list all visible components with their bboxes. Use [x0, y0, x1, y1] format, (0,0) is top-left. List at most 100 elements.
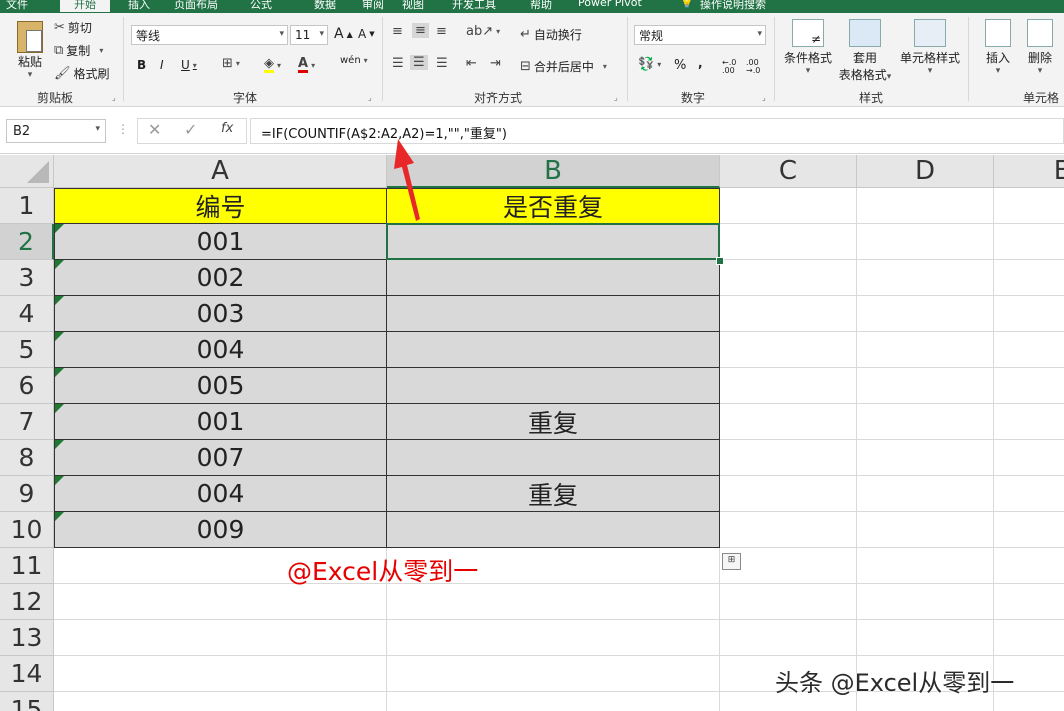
check-icon[interactable]: ✓ — [184, 120, 197, 139]
formula-input[interactable]: =IF(COUNTIF(A$2:A2,A2)=1,"","重复") — [250, 118, 1064, 144]
align-middle-button[interactable]: ≡ — [412, 23, 429, 38]
row-header-1[interactable]: 1 — [0, 188, 54, 224]
tab-help[interactable]: 帮助 — [530, 0, 558, 12]
number-format-select[interactable]: 常规 ▾ — [634, 25, 766, 45]
decrease-indent-button[interactable]: ⇤ — [466, 57, 477, 70]
cell-b4[interactable] — [387, 296, 720, 332]
column-header-e[interactable]: E — [994, 155, 1064, 188]
align-bottom-button[interactable]: ≡ — [436, 25, 447, 38]
cell-a10[interactable]: 009 — [54, 512, 387, 548]
row-header-3[interactable]: 3 — [0, 260, 54, 296]
row-header-10[interactable]: 10 — [0, 512, 54, 548]
tab-review[interactable]: 审阅 — [362, 0, 390, 12]
wrap-text-button[interactable]: ↵ 自动换行 — [520, 26, 582, 43]
cell-a7[interactable]: 001 — [54, 404, 387, 440]
column-header-c[interactable]: C — [720, 155, 857, 188]
format-as-table-button[interactable]: 套用 表格格式▾ — [836, 19, 894, 83]
paste-button[interactable]: 粘贴 ▾ — [10, 21, 50, 80]
cell-a2[interactable]: 001 — [54, 224, 387, 260]
italic-button[interactable]: I — [160, 58, 164, 72]
cell-a1[interactable]: 编号 — [54, 188, 387, 224]
borders-button[interactable]: ⊞ ▾ — [222, 57, 240, 70]
tab-view[interactable]: 视图 — [402, 0, 430, 12]
cut-button[interactable]: ✂ 剪切 — [54, 19, 92, 36]
tab-home[interactable]: 开始 — [60, 0, 110, 12]
paste-options-icon[interactable]: ⊞ — [722, 553, 741, 570]
row-header-5[interactable]: 5 — [0, 332, 54, 368]
align-right-button[interactable]: ☰ — [436, 57, 448, 70]
tell-me-search[interactable]: 操作说明搜索 — [700, 0, 780, 12]
row-header-7[interactable]: 7 — [0, 404, 54, 440]
fill-handle[interactable] — [716, 257, 724, 265]
tab-data[interactable]: 数据 — [314, 0, 342, 12]
increase-font-button[interactable]: A ▲ — [334, 26, 353, 42]
underline-button[interactable]: U ▾ — [181, 58, 197, 72]
number-launcher-icon[interactable]: ⌟ — [762, 93, 766, 102]
align-left-button[interactable]: ☰ — [392, 57, 404, 70]
orientation-button[interactable]: ab↗ ▾ — [466, 25, 500, 38]
insert-function-button[interactable]: fx — [221, 121, 233, 136]
row-header-9[interactable]: 9 — [0, 476, 54, 512]
row-header-14[interactable]: 14 — [0, 656, 54, 692]
align-center-button[interactable]: ☰ — [410, 55, 428, 70]
insert-cells-button[interactable]: 插入 ▾ — [980, 19, 1016, 76]
font-name-select[interactable]: 等线 ▾ — [131, 25, 288, 45]
font-launcher-icon[interactable]: ⌟ — [368, 93, 372, 102]
cell-b7[interactable]: 重复 — [387, 404, 720, 440]
tab-formulas[interactable]: 公式 — [250, 0, 278, 12]
currency-button[interactable]: 💱 ▾ — [638, 58, 661, 71]
row-header-4[interactable]: 4 — [0, 296, 54, 332]
column-header-d[interactable]: D — [857, 155, 994, 188]
worksheet-grid[interactable]: A B C D E 1 2 3 4 5 6 7 8 9 10 11 12 13 … — [0, 155, 1064, 711]
increase-indent-button[interactable]: ⇥ — [490, 57, 501, 70]
row-header-8[interactable]: 8 — [0, 440, 54, 476]
row-header-6[interactable]: 6 — [0, 368, 54, 404]
format-painter-button[interactable]: 🖌 格式刷 — [54, 65, 110, 82]
row-header-15[interactable]: 15 — [0, 692, 54, 711]
copy-button[interactable]: ⧉ 复制 ▾ — [54, 42, 103, 59]
cell-a6[interactable]: 005 — [54, 368, 387, 404]
name-box[interactable]: B2 ▾ — [6, 119, 106, 143]
row-header-11[interactable]: 11 — [0, 548, 54, 584]
decrease-font-button[interactable]: A ▼ — [358, 27, 375, 41]
cell-b9[interactable]: 重复 — [387, 476, 720, 512]
conditional-formatting-button[interactable]: ≠ 条件格式 ▾ — [782, 19, 834, 76]
tab-developer[interactable]: 开发工具 — [452, 0, 504, 12]
merge-center-button[interactable]: ⊟ 合并后居中 ▾ — [520, 58, 607, 75]
cell-a9[interactable]: 004 — [54, 476, 387, 512]
row-header-2[interactable]: 2 — [0, 224, 54, 260]
select-all-button[interactable] — [0, 155, 54, 188]
cell-a4[interactable]: 003 — [54, 296, 387, 332]
comma-style-button[interactable]: , — [698, 56, 703, 70]
cell-styles-button[interactable]: 单元格样式 ▾ — [898, 19, 962, 76]
column-header-a[interactable]: A — [54, 155, 387, 188]
cell-a5[interactable]: 004 — [54, 332, 387, 368]
x-icon[interactable]: ✕ — [148, 120, 161, 139]
column-header-b[interactable]: B — [387, 155, 720, 188]
row-header-12[interactable]: 12 — [0, 584, 54, 620]
decrease-decimal-button[interactable]: .00 →.0 — [746, 59, 766, 75]
tab-power-pivot[interactable]: Power Pivot — [578, 0, 658, 12]
delete-cells-button[interactable]: 删除 ▾ — [1022, 19, 1058, 76]
cell-b8[interactable] — [387, 440, 720, 476]
alignment-launcher-icon[interactable]: ⌟ — [614, 93, 618, 102]
clipboard-launcher-icon[interactable]: ⌟ — [112, 93, 116, 102]
fill-color-button[interactable]: ◈ ▾ — [264, 57, 281, 73]
cell-a8[interactable]: 007 — [54, 440, 387, 476]
tab-page-layout[interactable]: 页面布局 — [174, 0, 226, 12]
tab-insert[interactable]: 插入 — [128, 0, 156, 12]
increase-decimal-button[interactable]: ←.0 .00 — [722, 59, 742, 75]
cell-b6[interactable] — [387, 368, 720, 404]
cell-b1[interactable]: 是否重复 — [387, 188, 720, 224]
cell-b3[interactable] — [387, 260, 720, 296]
align-top-button[interactable]: ≡ — [392, 25, 403, 38]
font-color-button[interactable]: A ▾ — [298, 57, 315, 73]
percent-button[interactable]: % — [674, 58, 686, 73]
font-size-select[interactable]: 11 ▾ — [290, 25, 328, 45]
bold-button[interactable]: B — [137, 58, 146, 72]
cell-b5[interactable] — [387, 332, 720, 368]
cell-a3[interactable]: 002 — [54, 260, 387, 296]
phonetic-button[interactable]: wén ▾ — [340, 55, 368, 66]
tab-file[interactable]: 文件 — [6, 0, 36, 12]
row-header-13[interactable]: 13 — [0, 620, 54, 656]
